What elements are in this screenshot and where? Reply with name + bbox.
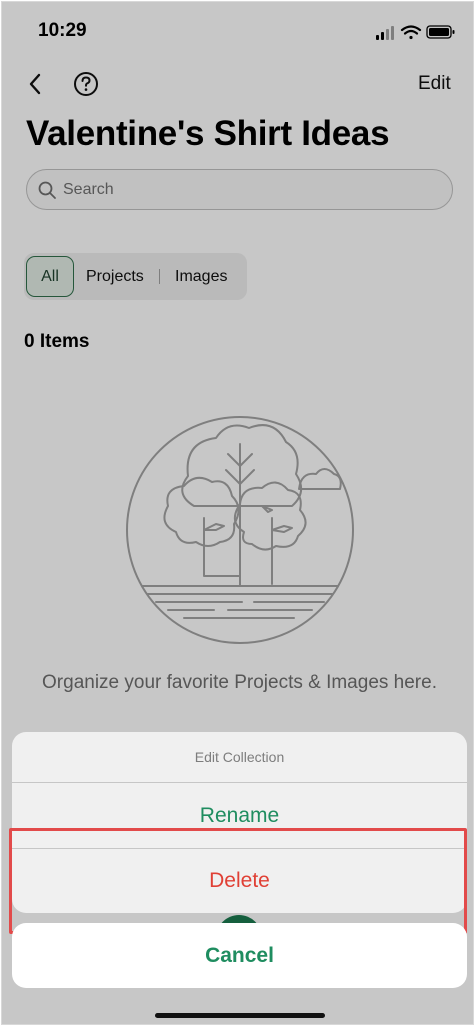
- home-indicator: [155, 1013, 325, 1018]
- action-sheet-title: Edit Collection: [194, 749, 285, 765]
- highlight-box: [9, 828, 467, 934]
- cancel-button[interactable]: Cancel: [12, 923, 467, 988]
- app-screen: 10:29 Edit Valentine's Shirt Ideas Searc…: [1, 1, 474, 1025]
